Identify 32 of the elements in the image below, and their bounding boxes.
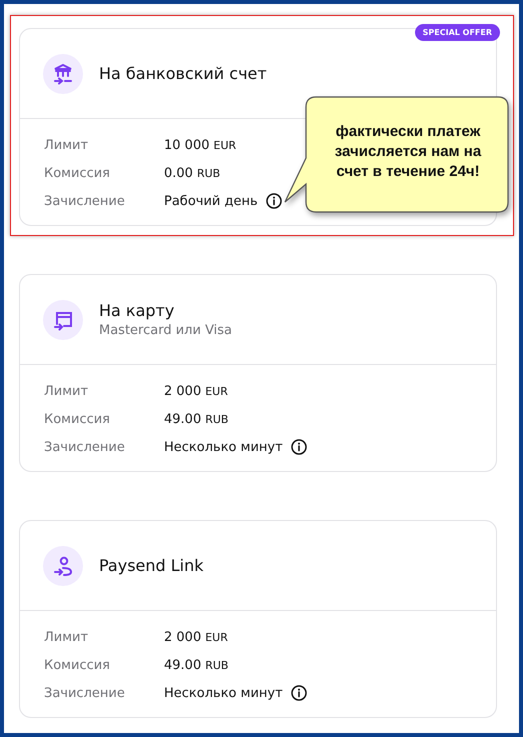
bank-transfer-icon (43, 54, 83, 94)
row-value: Рабочий день (164, 194, 258, 208)
row-label: Лимит (44, 138, 90, 152)
card-title: Paysend Link (99, 556, 204, 575)
row-label: Лимит (44, 384, 90, 398)
option-card[interactable]: Paysend Link Лимит 2 000 EUR Комиссия 49.00 RUB Зачисление Несколько минут (19, 520, 497, 718)
row-label: Лимит (44, 630, 90, 644)
offer-badge: SPECIAL OFFER (414, 24, 500, 41)
callout-text: фактически платеж зачисляется нам на счет в течение 24ч! (334, 122, 482, 182)
info-icon[interactable] (290, 439, 307, 455)
row-label: Комиссия (44, 412, 112, 426)
option-card[interactable]: На карту Mastercard или Visa Лимит 2 000 EUR Комиссия 49.00 RUB Зачисление Несколько минут (19, 274, 497, 472)
row-value: Несколько минут (164, 440, 283, 454)
row-label: Зачисление (44, 440, 126, 454)
person-transfer-icon (43, 546, 83, 586)
info-icon[interactable] (290, 685, 307, 701)
card-transfer-icon (43, 300, 83, 340)
info-icon[interactable] (266, 193, 282, 209)
row-value: 2 000 EUR (164, 630, 228, 644)
row-value: 2 000 EUR (164, 384, 228, 398)
row-value: 10 000 EUR (164, 138, 236, 152)
row-label: Комиссия (44, 166, 112, 180)
row-value: 49.00 RUB (164, 658, 228, 672)
row-value: 49.00 RUB (164, 412, 228, 426)
card-title: На банковский счет (99, 64, 267, 83)
card-subtitle: Mastercard или Visa (99, 323, 232, 338)
row-value: Несколько минут (164, 686, 283, 700)
card-title: На карту (99, 301, 176, 320)
row-label: Комиссия (44, 658, 112, 672)
row-value: 0.00 RUB (164, 166, 220, 180)
row-label: Зачисление (44, 194, 126, 208)
row-label: Зачисление (44, 686, 126, 700)
